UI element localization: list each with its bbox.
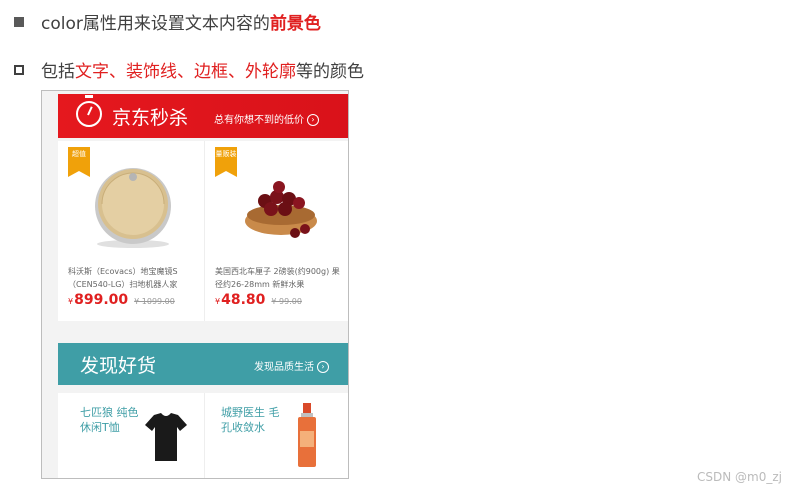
product-price: ¥899.00 ¥ 1099.00: [68, 292, 175, 308]
stopwatch-icon: [76, 95, 102, 127]
product-card[interactable]: 量贩装 美国西北车厘子 2磅装(约900g) 果径约26-28mm 新鲜水果 ¥…: [204, 141, 348, 321]
cherries-basket-image: [245, 181, 317, 238]
circle-arrow-right-icon: ›: [317, 361, 329, 373]
line1-highlight: 前景色: [269, 14, 321, 34]
goods-name-line1: 七匹狼 纯色: [80, 406, 139, 419]
black-tshirt-image: [145, 413, 187, 461]
seckill-subtitle-text: 总有你想不到的低价: [214, 115, 304, 126]
product-tag: 超值: [68, 147, 90, 177]
goods-name-line2: 孔收敛水: [221, 421, 265, 434]
toner-bottle-image: [298, 403, 316, 467]
discover-subtitle-text: 发现品质生活: [254, 362, 314, 373]
jd-screenshot: 京东秒杀 总有你想不到的低价 › 超值 科沃斯（Ecovacs）地宝魔镜S（CEN…: [41, 90, 349, 479]
bullet-line-1: color属性用来设置文本内容的 前景色: [14, 9, 321, 34]
goods-name-line2: 休闲T恤: [80, 421, 120, 434]
old-price: ¥ 1099.00: [134, 297, 175, 306]
line2-highlight: 文字、装饰线、边框、外轮廓: [75, 62, 296, 82]
hollow-square-bullet-icon: [14, 64, 24, 75]
discover-banner[interactable]: 发现好货 发现品质生活 ›: [58, 343, 348, 385]
product-tag: 量贩装: [215, 147, 237, 177]
discover-subtitle[interactable]: 发现品质生活 ›: [254, 358, 329, 373]
line2-text-a: 包括: [41, 62, 75, 82]
price-value: 48.80: [221, 292, 266, 308]
watermark: CSDN @m0_zj: [697, 470, 782, 484]
line1-text: color属性用来设置文本内容的: [41, 14, 270, 34]
goods-card[interactable]: 七匹狼 纯色 休闲T恤: [58, 393, 202, 478]
seckill-title: 京东秒杀: [112, 107, 189, 129]
product-name[interactable]: 科沃斯（Ecovacs）地宝魔镜S（CEN540-LG）扫地机器人家: [68, 265, 198, 291]
square-bullet-icon: [14, 16, 24, 27]
goods-card[interactable]: 城野医生 毛 孔收敛水: [204, 393, 348, 478]
product-name[interactable]: 美国西北车厘子 2磅装(约900g) 果径约26-28mm 新鲜水果: [215, 265, 345, 291]
discover-title: 发现好货: [80, 355, 157, 377]
robot-vacuum-image: [95, 168, 171, 248]
product-card[interactable]: 超值 科沃斯（Ecovacs）地宝魔镜S（CEN540-LG）扫地机器人家 ¥8…: [58, 141, 202, 321]
goods-name-line1: 城野医生 毛: [221, 406, 280, 419]
goods-name: 七匹狼 纯色 休闲T恤: [80, 405, 139, 435]
seckill-subtitle[interactable]: 总有你想不到的低价 ›: [214, 111, 319, 126]
currency-symbol: ¥: [215, 297, 221, 306]
seckill-banner[interactable]: 京东秒杀 总有你想不到的低价 ›: [58, 94, 348, 138]
old-price: ¥ 99.00: [271, 297, 302, 306]
price-value: 899.00: [74, 292, 129, 308]
goods-name: 城野医生 毛 孔收敛水: [221, 405, 280, 435]
discover-goods: 七匹狼 纯色 休闲T恤 城野医生 毛 孔收敛水: [58, 393, 348, 478]
bullet-line-2: 包括 文字、装饰线、边框、外轮廓 等的颜色: [14, 57, 364, 82]
circle-arrow-right-icon: ›: [307, 114, 319, 126]
seckill-products: 超值 科沃斯（Ecovacs）地宝魔镜S（CEN540-LG）扫地机器人家 ¥8…: [58, 141, 348, 321]
currency-symbol: ¥: [68, 297, 74, 306]
line2-text-b: 等的颜色: [296, 62, 364, 82]
product-price: ¥48.80 ¥ 99.00: [215, 292, 302, 308]
